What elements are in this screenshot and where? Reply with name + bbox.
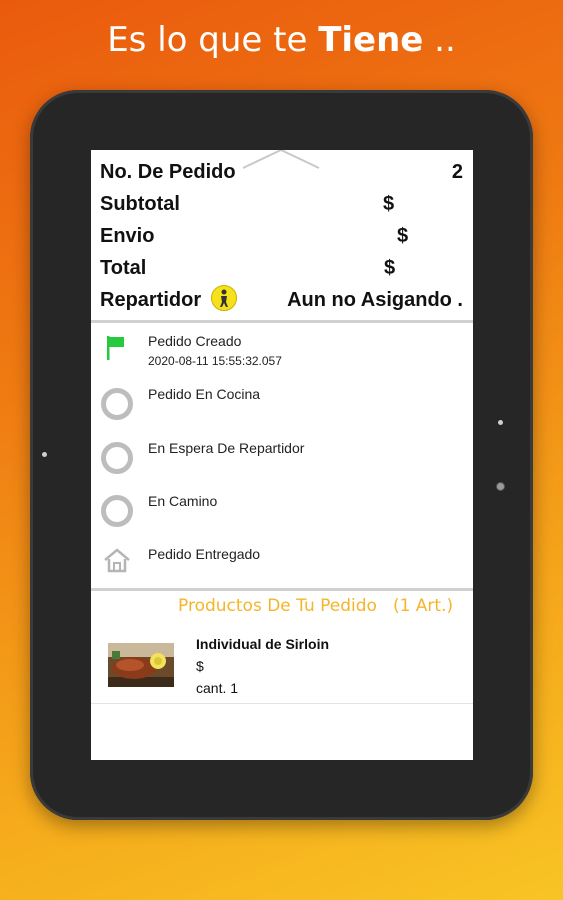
- order-number-label: No. De Pedido: [100, 161, 236, 183]
- repartidor-row: Repartidor Aun no Asigando .: [100, 283, 463, 313]
- circle-icon: [101, 388, 133, 420]
- envio-value: $: [397, 225, 409, 247]
- total-row: Total $: [100, 251, 463, 281]
- status-step-waiting-courier: En Espera De Repartidor: [91, 430, 473, 480]
- status-step-title: Pedido Entregado: [148, 546, 261, 562]
- order-summary: No. De Pedido 2 Subtotal $ Envio $ Total…: [91, 150, 473, 323]
- tablet-sensor-dot: [498, 420, 503, 425]
- flag-icon: [107, 336, 124, 360]
- products-section: Productos De Tu Pedido (1 Art.) Individua…: [91, 591, 473, 760]
- total-value: $: [384, 257, 396, 279]
- app-screen: No. De Pedido 2 Subtotal $ Envio $ Total…: [91, 150, 473, 760]
- promo-title-ellipsis: ..: [423, 20, 456, 60]
- status-step-created: Pedido Creado 2020-08-11 15:55:32.057: [91, 323, 473, 373]
- divider: [91, 703, 473, 704]
- circle-icon: [101, 442, 133, 474]
- product-quantity: cant. 1: [196, 680, 239, 696]
- promo-title: Es lo que te Tiene ..: [0, 20, 563, 60]
- courier-icon[interactable]: [211, 285, 237, 311]
- subtotal-label: Subtotal: [100, 193, 180, 215]
- repartidor-label: Repartidor: [100, 289, 202, 311]
- circle-icon: [101, 495, 133, 527]
- order-number-value: 2: [451, 161, 463, 183]
- total-label: Total: [100, 257, 147, 279]
- status-step-title: En Camino: [148, 493, 218, 509]
- products-count: (1 Art.): [392, 596, 454, 616]
- product-thumbnail[interactable]: [108, 643, 174, 687]
- envio-label: Envio: [100, 225, 155, 247]
- subtotal-value: $: [383, 193, 395, 215]
- status-step-kitchen: Pedido En Cocina: [91, 376, 473, 426]
- tablet-sensor-dot: [42, 452, 47, 457]
- subtotal-row: Subtotal $: [100, 187, 463, 217]
- status-step-title: Pedido En Cocina: [148, 386, 261, 402]
- status-step-on-the-way: En Camino: [91, 483, 473, 533]
- products-header-title: Productos De Tu Pedido: [178, 596, 377, 616]
- status-step-title: En Espera De Repartidor: [148, 440, 305, 456]
- products-header: Productos De Tu Pedido (1 Art.): [178, 596, 453, 616]
- envio-row: Envio $: [100, 219, 463, 249]
- product-name: Individual de Sirloin: [196, 636, 330, 652]
- product-price: $: [196, 658, 204, 674]
- order-status-timeline: Pedido Creado 2020-08-11 15:55:32.057 Pe…: [91, 323, 473, 591]
- repartidor-value: Aun no Asigando .: [287, 289, 463, 311]
- status-step-delivered: Pedido Entregado: [91, 536, 473, 586]
- house-icon: [104, 548, 130, 573]
- promo-title-bold: Tiene: [318, 20, 424, 60]
- order-number-row: No. De Pedido 2: [100, 155, 463, 185]
- status-step-timestamp: 2020-08-11 15:55:32.057: [148, 354, 282, 368]
- tablet-camera: [496, 482, 505, 491]
- status-step-title: Pedido Creado: [148, 333, 242, 349]
- promo-title-text: Es lo que te: [107, 20, 319, 60]
